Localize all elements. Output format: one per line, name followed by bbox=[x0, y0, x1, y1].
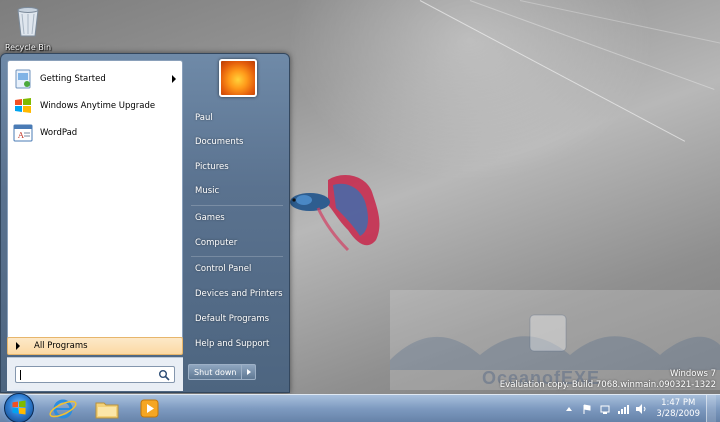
light-streak bbox=[419, 0, 686, 142]
clock-time: 1:47 PM bbox=[661, 398, 696, 408]
start-item-label: Help and Support bbox=[195, 339, 270, 349]
divider bbox=[191, 256, 283, 257]
start-item-label: Music bbox=[195, 186, 220, 196]
wordpad-icon: A bbox=[13, 124, 33, 142]
windows-logo-icon bbox=[12, 400, 26, 415]
taskbar-internet-explorer[interactable] bbox=[44, 396, 82, 422]
start-item-label: Devices and Printers bbox=[195, 289, 283, 299]
start-item-music[interactable]: Music bbox=[189, 180, 285, 202]
clock-date: 3/28/2009 bbox=[656, 409, 700, 419]
program-label: Getting Started bbox=[40, 74, 106, 84]
recycle-bin-shortcut[interactable]: Recycle Bin bbox=[4, 4, 52, 52]
start-item-label: Games bbox=[195, 213, 225, 223]
start-item-label: Control Panel bbox=[195, 264, 252, 274]
start-item-label: Documents bbox=[195, 137, 244, 147]
wave-graphic bbox=[390, 314, 720, 370]
volume-icon[interactable] bbox=[635, 403, 647, 415]
taskbar: 1:47 PM 3/28/2009 bbox=[0, 393, 720, 422]
build-info: Windows 7 Evaluation copy. Build 7068.wi… bbox=[500, 369, 716, 391]
betta-fish-wallpaper bbox=[290, 175, 380, 252]
program-label: Windows Anytime Upgrade bbox=[40, 101, 156, 111]
show-desktop-button[interactable] bbox=[706, 395, 716, 422]
svg-text:A: A bbox=[17, 131, 24, 140]
start-button[interactable] bbox=[4, 393, 34, 422]
start-item-games[interactable]: Games bbox=[189, 207, 285, 229]
program-label: WordPad bbox=[40, 128, 78, 138]
build-string: Evaluation copy. Build 7068.winmain.0903… bbox=[499, 380, 716, 390]
start-item-paul[interactable]: Paul bbox=[189, 107, 285, 129]
start-item-pictures[interactable]: Pictures bbox=[189, 156, 285, 178]
start-item-label: Paul bbox=[195, 113, 213, 123]
all-programs-button[interactable]: All Programs bbox=[7, 337, 183, 355]
start-item-label: Computer bbox=[195, 238, 238, 248]
internet-explorer-icon bbox=[49, 399, 77, 419]
os-name: Windows 7 bbox=[669, 369, 716, 379]
recycle-bin-label: Recycle Bin bbox=[4, 43, 52, 52]
media-player-icon bbox=[140, 399, 159, 418]
submenu-arrow-icon bbox=[172, 75, 176, 83]
program-wordpad[interactable]: A WordPad bbox=[10, 120, 182, 146]
divider bbox=[191, 205, 283, 206]
clock[interactable]: 1:47 PM 3/28/2009 bbox=[656, 398, 700, 420]
start-menu-programs-pane: Getting Started Windows Anytime Upgrade … bbox=[7, 60, 183, 350]
start-item-computer[interactable]: Computer bbox=[189, 232, 285, 254]
start-item-help-and-support[interactable]: Help and Support bbox=[189, 333, 285, 355]
start-item-devices-and-printers[interactable]: Devices and Printers bbox=[189, 283, 285, 305]
light-streak bbox=[519, 0, 720, 47]
system-tray: 1:47 PM 3/28/2009 bbox=[560, 395, 716, 422]
getting-started-icon bbox=[15, 69, 31, 89]
start-item-label: Default Programs bbox=[195, 314, 270, 324]
taskbar-windows-explorer[interactable] bbox=[88, 396, 126, 422]
user-avatar[interactable] bbox=[219, 59, 257, 97]
start-item-documents[interactable]: Documents bbox=[189, 131, 285, 153]
windows-flag-icon bbox=[15, 98, 31, 113]
shutdown-button[interactable]: Shut down bbox=[188, 364, 243, 380]
search-area bbox=[7, 357, 183, 391]
shutdown-group: Shut down bbox=[188, 364, 257, 380]
taskbar-media-player[interactable] bbox=[130, 396, 168, 422]
network-icon[interactable] bbox=[599, 403, 611, 415]
windows-explorer-icon bbox=[95, 402, 119, 419]
program-windows-anytime-upgrade[interactable]: Windows Anytime Upgrade bbox=[10, 93, 182, 119]
program-getting-started[interactable]: Getting Started bbox=[10, 66, 182, 92]
search-icon[interactable] bbox=[158, 369, 170, 381]
start-item-label: Pictures bbox=[195, 162, 229, 172]
start-menu: Getting Started Windows Anytime Upgrade … bbox=[0, 53, 290, 393]
all-programs-label: All Programs bbox=[34, 341, 88, 351]
recycle-bin-icon bbox=[17, 7, 39, 37]
start-item-default-programs[interactable]: Default Programs bbox=[189, 308, 285, 330]
text-caret bbox=[20, 370, 21, 380]
action-center-icon[interactable] bbox=[581, 403, 593, 415]
show-hidden-icons[interactable] bbox=[563, 403, 575, 415]
signal-icon[interactable] bbox=[617, 403, 630, 415]
start-item-control-panel[interactable]: Control Panel bbox=[189, 258, 285, 280]
expand-arrow-icon bbox=[16, 342, 20, 350]
start-search-input[interactable] bbox=[15, 366, 175, 383]
shutdown-options-button[interactable] bbox=[242, 364, 257, 380]
